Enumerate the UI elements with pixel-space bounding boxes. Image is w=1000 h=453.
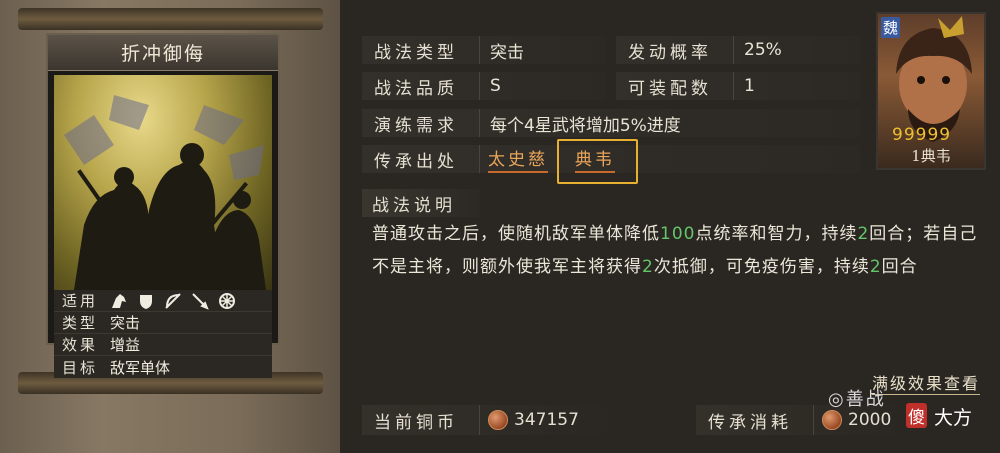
source-general-taishici[interactable]: 太史慈	[488, 145, 548, 173]
warriors-silhouette-icon	[64, 95, 266, 290]
desc-value: 2	[869, 257, 882, 277]
stat-row-target: 目标 敌军单体	[54, 356, 272, 378]
cavalry-icon	[112, 293, 126, 308]
inheritance-source-label: 传承出处	[362, 145, 480, 173]
stat-row-type: 类型 突击	[54, 312, 272, 334]
card-title: 折冲御侮	[48, 35, 278, 71]
tactic-quality-row: 战法品质 S	[362, 72, 606, 100]
siege-wheel-icon	[219, 292, 235, 309]
practice-requirement-value: 每个4星武将增加5%进度	[490, 115, 681, 136]
description-title: 战法说明	[362, 189, 480, 217]
inherit-cost-value: 2000	[848, 410, 892, 430]
unit-type-icons	[110, 292, 236, 310]
practice-requirement-label: 演练需求	[362, 109, 480, 137]
current-coins-label: 当前铜币	[362, 405, 480, 435]
stat-key: 目标	[62, 358, 99, 377]
tactic-quality-label: 战法品质	[362, 72, 480, 100]
stat-value: 突击	[110, 314, 141, 332]
watermark-text-1: 善战	[845, 389, 886, 410]
shield-icon	[140, 294, 152, 309]
equip-slots-label: 可装配数	[616, 72, 734, 100]
general-portrait[interactable]: 魏 99999 1典韦	[876, 12, 986, 170]
current-coins-row: 当前铜币 347157	[362, 405, 612, 435]
scroll-rod-top	[18, 8, 323, 30]
desc-value: 2	[642, 257, 654, 277]
stat-key: 类型	[62, 314, 99, 332]
desc-text: 普通攻击之后，使随机敌军单体降低	[372, 224, 660, 244]
stat-row-effect: 效果 增益	[54, 334, 272, 356]
stat-value: 敌军单体	[110, 358, 171, 377]
stat-row-applicable: 适用	[54, 290, 272, 312]
card-artwork	[54, 75, 272, 290]
current-coins-value: 347157	[514, 410, 579, 430]
spear-icon	[192, 292, 209, 310]
tactic-type-value: 突击	[490, 42, 524, 63]
trigger-rate-row: 发动概率 25%	[616, 36, 860, 64]
tactic-quality-value: S	[490, 76, 501, 96]
watermark-text: ◎善战	[828, 385, 886, 411]
card-stats: 适用 类型 突击 效果 增益 目标 敌军单体	[54, 290, 272, 378]
desc-value: 2	[857, 224, 870, 244]
bow-icon	[165, 292, 181, 309]
star-rating: 99999	[892, 125, 952, 145]
tactic-card: 折冲御侮 适用 类型 突击 效果 增益 目标 敌军单体	[46, 33, 280, 378]
trigger-rate-label: 发动概率	[616, 36, 734, 64]
stat-key: 适用	[62, 292, 99, 310]
tactic-description: 普通攻击之后，使随机敌军单体降低100点统率和智力，持续2回合；若自己不是主将，…	[372, 218, 982, 284]
copper-coin-icon	[822, 410, 842, 430]
tactic-type-row: 战法类型 突击	[362, 36, 606, 64]
desc-value: 100	[660, 224, 696, 244]
tactic-type-label: 战法类型	[362, 36, 480, 64]
cost-display: 2000	[814, 410, 891, 430]
watermark-badge: 傻	[906, 403, 927, 428]
general-name: 1典韦	[911, 147, 951, 165]
equip-slots-value: 1	[744, 76, 755, 96]
copper-coin-icon	[488, 410, 508, 430]
wechat-icon: ◎	[828, 389, 846, 410]
desc-text: 次抵御，可免疫伤害，持续	[653, 257, 870, 277]
full-level-effect-link[interactable]: 满级效果查看	[871, 370, 980, 395]
desc-text: 点统率和智力，持续	[695, 224, 858, 244]
desc-text: 回合	[881, 257, 918, 277]
coins-display: 347157	[480, 410, 579, 430]
highlight-box	[557, 139, 638, 184]
faction-badge: 魏	[881, 17, 901, 38]
equip-slots-row: 可装配数 1	[616, 72, 860, 100]
stat-key: 效果	[62, 336, 99, 354]
inherit-cost-label: 传承消耗	[696, 405, 814, 435]
watermark-text-2: 大方	[934, 407, 973, 429]
stat-value: 增益	[110, 336, 141, 354]
practice-requirement-row: 演练需求 每个4星武将增加5%进度	[362, 109, 860, 137]
trigger-rate-value: 25%	[744, 40, 782, 60]
